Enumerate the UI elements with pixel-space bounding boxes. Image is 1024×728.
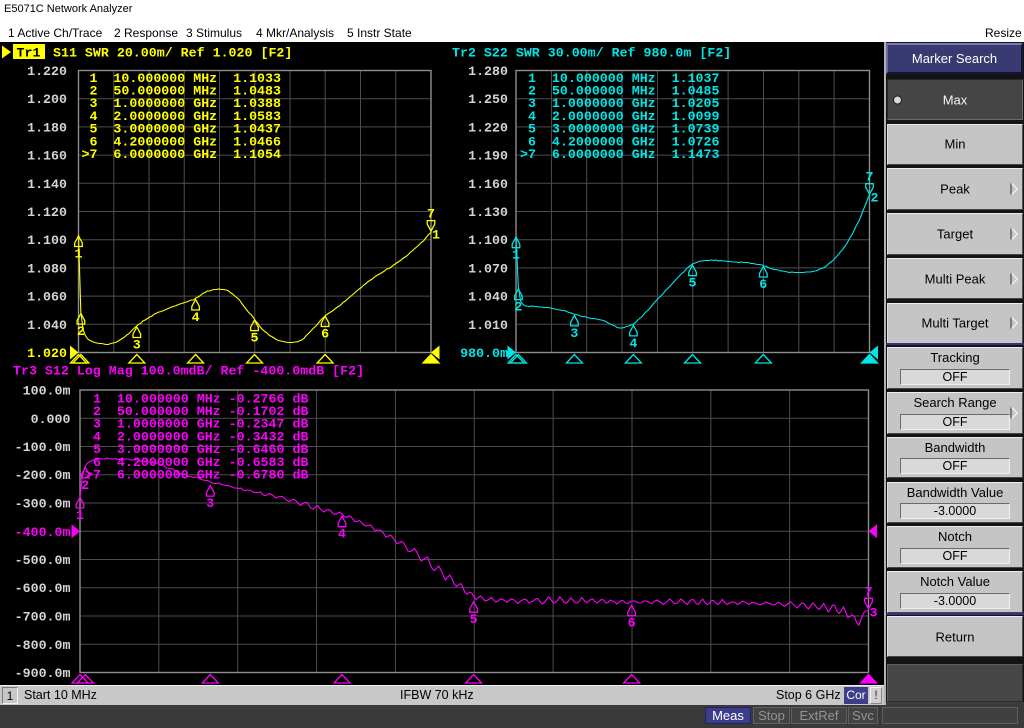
svg-text:>7 6.0000000 GHz 1.1054: >7 6.0000000 GHz 1.1054 xyxy=(82,147,282,162)
svg-text:-300.0m: -300.0m xyxy=(15,497,71,512)
svg-text:2: 2 xyxy=(871,191,879,206)
svg-text:1.190: 1.190 xyxy=(468,149,508,164)
svg-text:1: 1 xyxy=(512,248,520,263)
svg-text:Tr1: Tr1 xyxy=(17,46,41,61)
svg-text:1.250: 1.250 xyxy=(468,92,508,107)
svg-text:1.160: 1.160 xyxy=(468,177,508,192)
svg-text:1.040: 1.040 xyxy=(27,318,67,333)
svg-text:-600.0m: -600.0m xyxy=(15,581,71,596)
svg-text:1.060: 1.060 xyxy=(27,290,67,305)
svg-text:1.080: 1.080 xyxy=(27,261,67,276)
svg-text:4: 4 xyxy=(192,310,200,325)
svg-text:1.100: 1.100 xyxy=(27,233,67,248)
svg-text:3: 3 xyxy=(206,496,214,511)
svg-text:980.0m: 980.0m xyxy=(460,346,508,361)
svg-text:1: 1 xyxy=(76,508,84,523)
svg-text:5: 5 xyxy=(251,331,259,346)
svg-text:5: 5 xyxy=(470,612,478,627)
svg-text:1.280: 1.280 xyxy=(468,64,508,79)
svg-text:Tr3 S12 Log Mag 100.0mdB/ Ref: Tr3 S12 Log Mag 100.0mdB/ Ref -400.0mdB … xyxy=(13,364,364,379)
svg-text:1.220: 1.220 xyxy=(27,64,67,79)
svg-text:>7 6.0000000 GHz 1.1473: >7 6.0000000 GHz 1.1473 xyxy=(520,147,720,162)
svg-text:-700.0m: -700.0m xyxy=(15,610,71,625)
svg-text:1.120: 1.120 xyxy=(27,205,67,220)
svg-text:>7 6.0000000 GHz -0.6780 dB: >7 6.0000000 GHz -0.6780 dB xyxy=(85,468,308,483)
svg-text:Tr2 S22 SWR 30.00m/ Ref 980.0m: Tr2 S22 SWR 30.00m/ Ref 980.0m [F2] xyxy=(452,46,731,61)
svg-text:4: 4 xyxy=(338,527,346,542)
svg-text:6: 6 xyxy=(759,277,767,292)
svg-text:100.0m: 100.0m xyxy=(23,384,71,399)
svg-text:1.200: 1.200 xyxy=(27,92,67,107)
svg-text:5: 5 xyxy=(689,276,697,291)
svg-text:7: 7 xyxy=(865,584,873,599)
svg-text:1.140: 1.140 xyxy=(27,177,67,192)
svg-text:-500.0m: -500.0m xyxy=(15,553,71,568)
svg-text:1: 1 xyxy=(432,228,440,243)
svg-text:6: 6 xyxy=(628,616,636,631)
svg-text:7: 7 xyxy=(427,207,435,222)
svg-text:1.100: 1.100 xyxy=(468,233,508,248)
svg-text:7: 7 xyxy=(866,170,874,185)
svg-text:3: 3 xyxy=(870,605,878,620)
svg-text:-100.0m: -100.0m xyxy=(15,440,71,455)
svg-text:1.020: 1.020 xyxy=(27,346,67,361)
svg-text:-800.0m: -800.0m xyxy=(15,638,71,653)
svg-text:1.040: 1.040 xyxy=(468,290,508,305)
svg-text:-200.0m: -200.0m xyxy=(15,468,71,483)
svg-text:1: 1 xyxy=(75,247,83,262)
svg-text:1.160: 1.160 xyxy=(27,149,67,164)
svg-text:0.000: 0.000 xyxy=(31,412,71,427)
svg-text:6: 6 xyxy=(321,327,329,342)
svg-text:1.220: 1.220 xyxy=(468,120,508,135)
svg-text:-400.0m: -400.0m xyxy=(15,525,71,540)
svg-text:3: 3 xyxy=(570,326,578,341)
svg-text:2: 2 xyxy=(77,324,85,339)
svg-text:1.130: 1.130 xyxy=(468,205,508,220)
svg-text:1.010: 1.010 xyxy=(468,318,508,333)
svg-text:2: 2 xyxy=(81,478,89,493)
svg-text:1.180: 1.180 xyxy=(27,120,67,135)
svg-text:1.070: 1.070 xyxy=(468,261,508,276)
svg-text:2: 2 xyxy=(514,300,522,315)
svg-text:-900.0m: -900.0m xyxy=(15,666,71,681)
svg-text:4: 4 xyxy=(629,336,637,351)
svg-text:S11 SWR 20.00m/ Ref 1.020 [F2]: S11 SWR 20.00m/ Ref 1.020 [F2] xyxy=(53,46,292,61)
svg-text:3: 3 xyxy=(133,338,141,353)
